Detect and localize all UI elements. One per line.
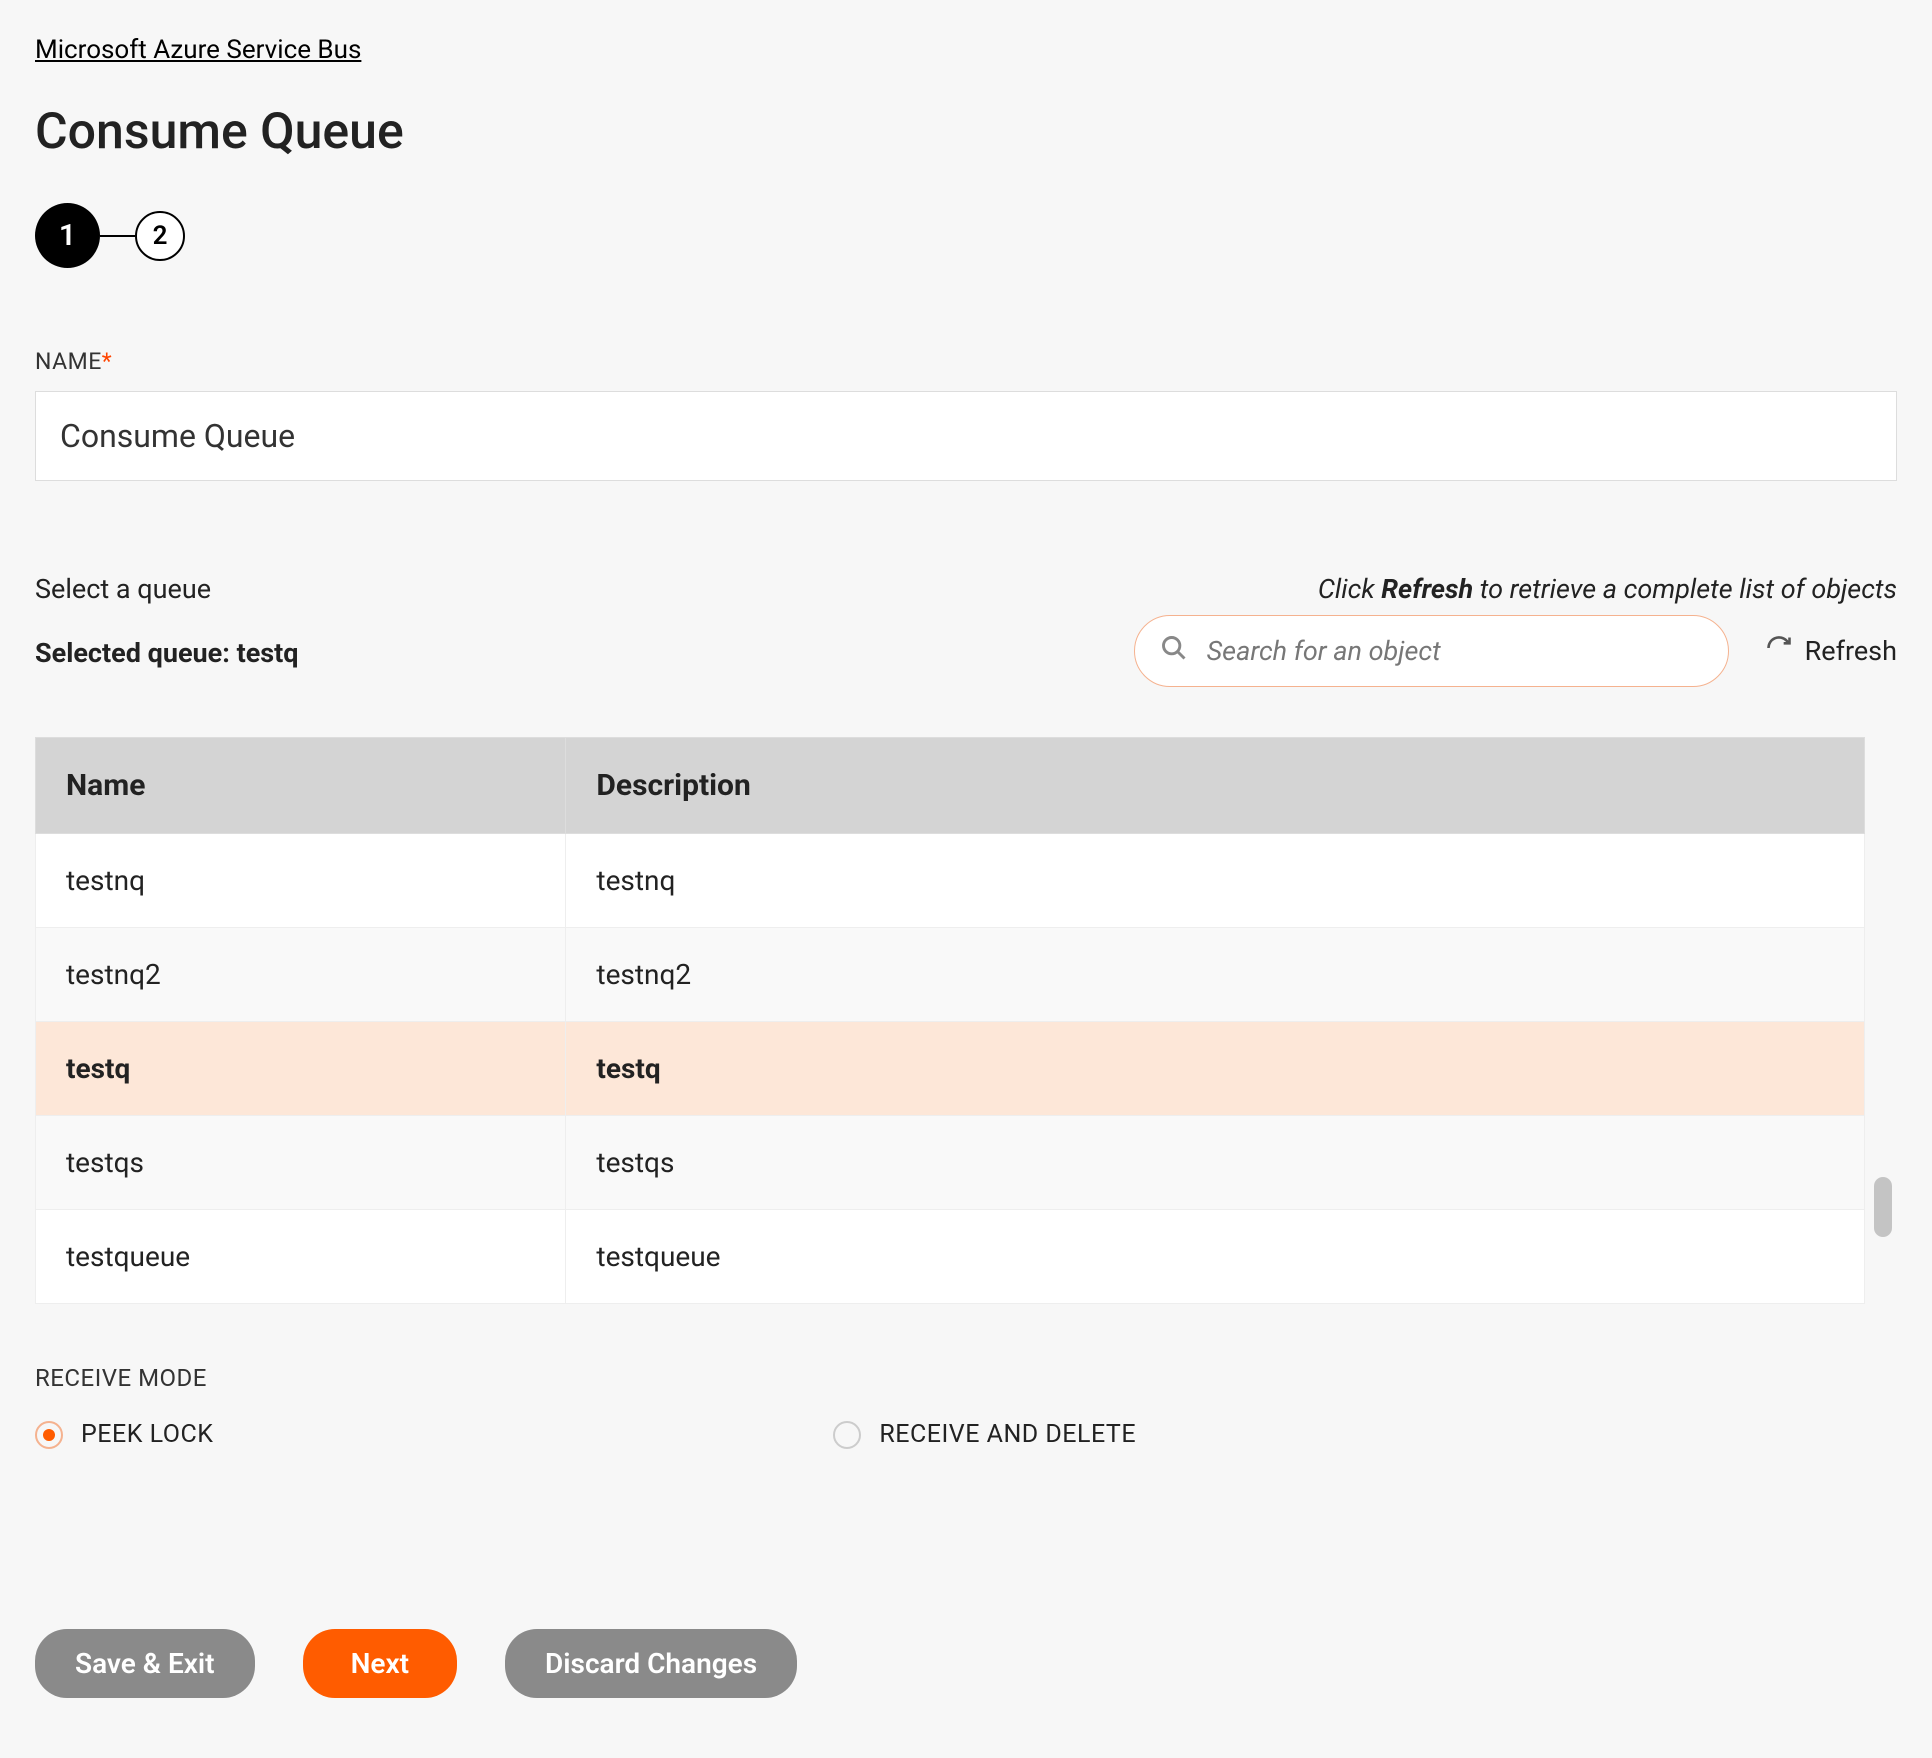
refresh-button[interactable]: Refresh [1765,634,1897,669]
queue-table: Name Description testnqtestnqtestnq2test… [35,737,1865,1304]
radio-label: RECEIVE AND DELETE [879,1420,1136,1449]
table-cell-name: testnq [36,834,566,928]
table-cell-name: testqs [36,1116,566,1210]
save-exit-button[interactable]: Save & Exit [35,1629,255,1698]
receive-mode-label: RECEIVE MODE [35,1364,1897,1392]
radio-icon [35,1421,63,1449]
refresh-hint: Click Refresh to retrieve a complete lis… [1318,573,1897,605]
next-button[interactable]: Next [303,1629,457,1698]
required-indicator: * [102,348,112,375]
table-cell-description: testnq [566,834,1865,928]
table-cell-description: testq [566,1022,1865,1116]
discard-changes-button[interactable]: Discard Changes [505,1629,797,1698]
table-row[interactable]: testqtestq [36,1022,1865,1116]
table-header-description: Description [566,738,1865,834]
stepper: 1 2 [35,203,1897,268]
table-cell-description: testqs [566,1116,1865,1210]
table-row[interactable]: testnqtestnq [36,834,1865,928]
refresh-icon [1765,634,1793,669]
table-cell-name: testqueue [36,1210,566,1304]
table-scrollbar-track[interactable] [1869,837,1897,1304]
step-1[interactable]: 1 [35,203,100,268]
radio-label: PEEK LOCK [81,1420,213,1449]
breadcrumb-link[interactable]: Microsoft Azure Service Bus [35,35,361,65]
table-row[interactable]: testqueuetestqueue [36,1210,1865,1304]
table-header-name: Name [36,738,566,834]
table-row[interactable]: testnq2testnq2 [36,928,1865,1022]
page-title: Consume Queue [35,103,1897,161]
step-2[interactable]: 2 [135,211,185,261]
select-queue-label: Select a queue [35,573,299,605]
table-cell-description: testnq2 [566,928,1865,1022]
table-cell-description: testqueue [566,1210,1865,1304]
refresh-button-label: Refresh [1805,635,1897,667]
receive-mode-option[interactable]: RECEIVE AND DELETE [833,1420,1136,1449]
table-scrollbar-thumb[interactable] [1874,1177,1892,1237]
name-field-label: NAME* [35,348,1897,375]
step-connector [100,235,135,237]
selected-queue-text: Selected queue: testq [35,637,299,669]
search-icon [1160,634,1188,668]
receive-mode-option[interactable]: PEEK LOCK [35,1420,213,1449]
table-cell-name: testq [36,1022,566,1116]
search-input[interactable] [1134,615,1729,687]
name-input[interactable] [35,391,1897,481]
radio-icon [833,1421,861,1449]
table-cell-name: testnq2 [36,928,566,1022]
table-row[interactable]: testqstestqs [36,1116,1865,1210]
